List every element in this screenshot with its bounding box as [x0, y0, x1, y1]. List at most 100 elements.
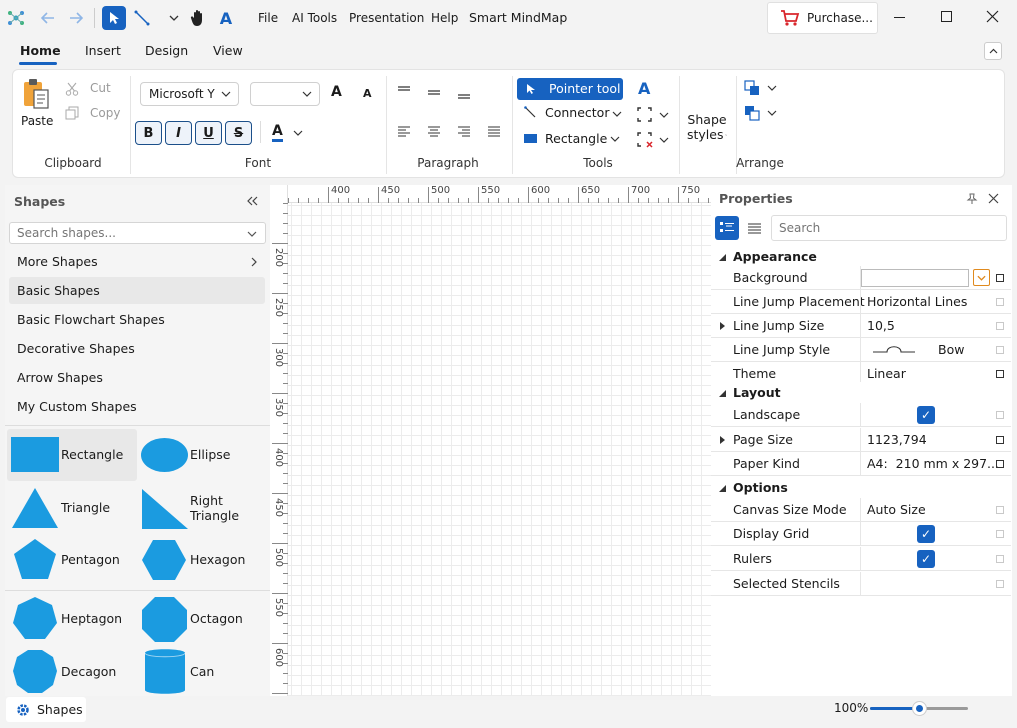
align-right-icon[interactable] [457, 126, 471, 138]
prop-background[interactable]: Background [711, 266, 1011, 290]
tab-design[interactable]: Design [145, 43, 188, 58]
paste-icon[interactable] [22, 78, 50, 113]
prop-display-grid[interactable]: Display Grid ✓ [711, 522, 1011, 546]
align-left-icon[interactable] [397, 126, 411, 138]
category-basic-flowchart-shapes[interactable]: Basic Flowchart Shapes [9, 306, 265, 333]
rectangle-tool-button[interactable]: Rectangle [545, 131, 607, 146]
collapse-ribbon-button[interactable] [984, 42, 1002, 60]
property-marker-icon[interactable] [996, 580, 1004, 588]
pointer-tool-button[interactable]: Pointer tool [517, 78, 623, 100]
tab-home[interactable]: Home [20, 43, 61, 58]
font-family-select[interactable]: Microsoft Y [140, 82, 239, 106]
copy-icon[interactable] [65, 106, 79, 123]
alphabetical-view-icon[interactable] [748, 223, 761, 234]
chevron-down-icon[interactable] [610, 136, 620, 142]
connector-button[interactable]: Connector [545, 105, 609, 120]
align-top-icon[interactable] [397, 86, 411, 94]
minimize-icon[interactable] [894, 17, 905, 18]
category-options[interactable]: Options [711, 477, 1011, 499]
property-marker-icon[interactable] [996, 298, 1004, 306]
property-marker-icon[interactable] [996, 274, 1004, 282]
rulers-checkbox[interactable]: ✓ [917, 550, 935, 568]
font-size-select[interactable] [250, 82, 320, 106]
prop-selected-stencils[interactable]: Selected Stencils [711, 572, 1011, 596]
pointer-tool-icon[interactable] [102, 6, 126, 30]
bold-button[interactable]: B [135, 121, 162, 145]
close-icon[interactable] [986, 10, 999, 26]
cut-icon[interactable] [65, 82, 79, 99]
shape-item-pentagon[interactable]: Pentagon [7, 535, 137, 585]
shape-item-octagon[interactable]: Octagon [138, 594, 268, 644]
properties-search-input[interactable] [779, 221, 999, 235]
expand-triangle-icon[interactable] [720, 436, 725, 444]
property-marker-icon[interactable] [996, 460, 1004, 468]
shape-item-triangle[interactable]: Triangle [7, 483, 137, 533]
chevron-down-icon[interactable] [767, 85, 777, 91]
close-icon[interactable] [988, 193, 999, 204]
selection-frame-icon[interactable] [637, 107, 652, 122]
shape-item-heptagon[interactable]: Heptagon [7, 594, 137, 644]
purchase-button[interactable]: Purchase... [767, 2, 878, 34]
shape-item-ellipse[interactable]: Ellipse [138, 429, 268, 481]
connector-tool-icon[interactable] [132, 8, 152, 28]
tab-insert[interactable]: Insert [85, 43, 121, 58]
delete-frame-icon[interactable] [637, 132, 653, 148]
prop-landscape[interactable]: Landscape ✓ [711, 403, 1011, 427]
strikethrough-button[interactable]: S [225, 121, 252, 145]
search-shapes-input[interactable] [17, 226, 237, 240]
shape-item-hexagon[interactable]: Hexagon [138, 535, 268, 585]
category-my-custom-shapes[interactable]: My Custom Shapes [9, 393, 265, 420]
collapse-panel-icon[interactable] [247, 196, 258, 206]
property-marker-icon[interactable] [996, 530, 1004, 538]
font-color-button[interactable]: A [272, 123, 283, 142]
maximize-icon[interactable] [941, 11, 952, 22]
grow-font-icon[interactable]: A [331, 84, 342, 100]
landscape-checkbox[interactable]: ✓ [917, 406, 935, 424]
menu-presentation[interactable]: Presentation [349, 11, 424, 25]
property-marker-icon[interactable] [996, 370, 1004, 378]
property-marker-icon[interactable] [996, 506, 1004, 514]
shapes-tab-button[interactable]: Shapes [6, 697, 86, 722]
category-arrow-shapes[interactable]: Arrow Shapes [9, 364, 265, 391]
drawing-grid[interactable] [288, 203, 711, 696]
property-marker-icon[interactable] [996, 411, 1004, 419]
shape-styles-button[interactable]: Shape styles [687, 112, 727, 142]
menu-ai-tools[interactable]: AI Tools [292, 11, 337, 25]
prop-line-jump-placement[interactable]: Line Jump Placement Horizontal Lines [711, 290, 1011, 314]
bring-forward-icon[interactable] [744, 80, 760, 96]
color-picker-button[interactable] [973, 269, 990, 286]
category-appearance[interactable]: Appearance [711, 246, 1011, 268]
align-middle-icon[interactable] [427, 90, 441, 98]
prop-paper-kind[interactable]: Paper Kind A4: 210 mm x 297... [711, 452, 1011, 476]
pan-hand-icon[interactable] [188, 8, 208, 28]
prop-line-jump-size[interactable]: Line Jump Size 10,5 [711, 314, 1011, 338]
paste-button[interactable]: Paste [21, 114, 53, 128]
property-marker-icon[interactable] [996, 322, 1004, 330]
category-layout[interactable]: Layout [711, 382, 1011, 404]
background-color-swatch[interactable] [861, 269, 969, 287]
prop-page-size[interactable]: Page Size 1123,794 [711, 428, 1011, 452]
categorized-view-button[interactable] [715, 216, 739, 240]
shape-item-rectangle[interactable]: Rectangle [7, 429, 137, 481]
category-basic-shapes[interactable]: Basic Shapes [9, 277, 265, 304]
expand-triangle-icon[interactable] [720, 322, 725, 330]
property-marker-icon[interactable] [996, 436, 1004, 444]
undo-icon[interactable] [38, 8, 58, 28]
prop-rulers[interactable]: Rulers ✓ [711, 547, 1011, 571]
zoom-slider-thumb[interactable] [912, 701, 927, 716]
align-bottom-icon[interactable] [457, 94, 471, 102]
category-decorative-shapes[interactable]: Decorative Shapes [9, 335, 265, 362]
prop-line-jump-style[interactable]: Line Jump Style Bow [711, 338, 1011, 362]
send-backward-icon[interactable] [744, 105, 760, 121]
chevron-down-icon[interactable] [293, 130, 303, 136]
chevron-down-icon[interactable] [659, 137, 669, 143]
text-tool-icon[interactable]: A [638, 79, 650, 98]
cut-button[interactable]: Cut [90, 81, 111, 95]
redo-icon[interactable] [66, 8, 86, 28]
property-marker-icon[interactable] [996, 555, 1004, 563]
menu-file[interactable]: File [258, 11, 278, 25]
pin-icon[interactable] [966, 193, 978, 205]
shape-item-right-triangle[interactable]: Right Triangle [138, 483, 268, 533]
tab-view[interactable]: View [213, 43, 243, 58]
menu-help[interactable]: Help [431, 11, 458, 25]
